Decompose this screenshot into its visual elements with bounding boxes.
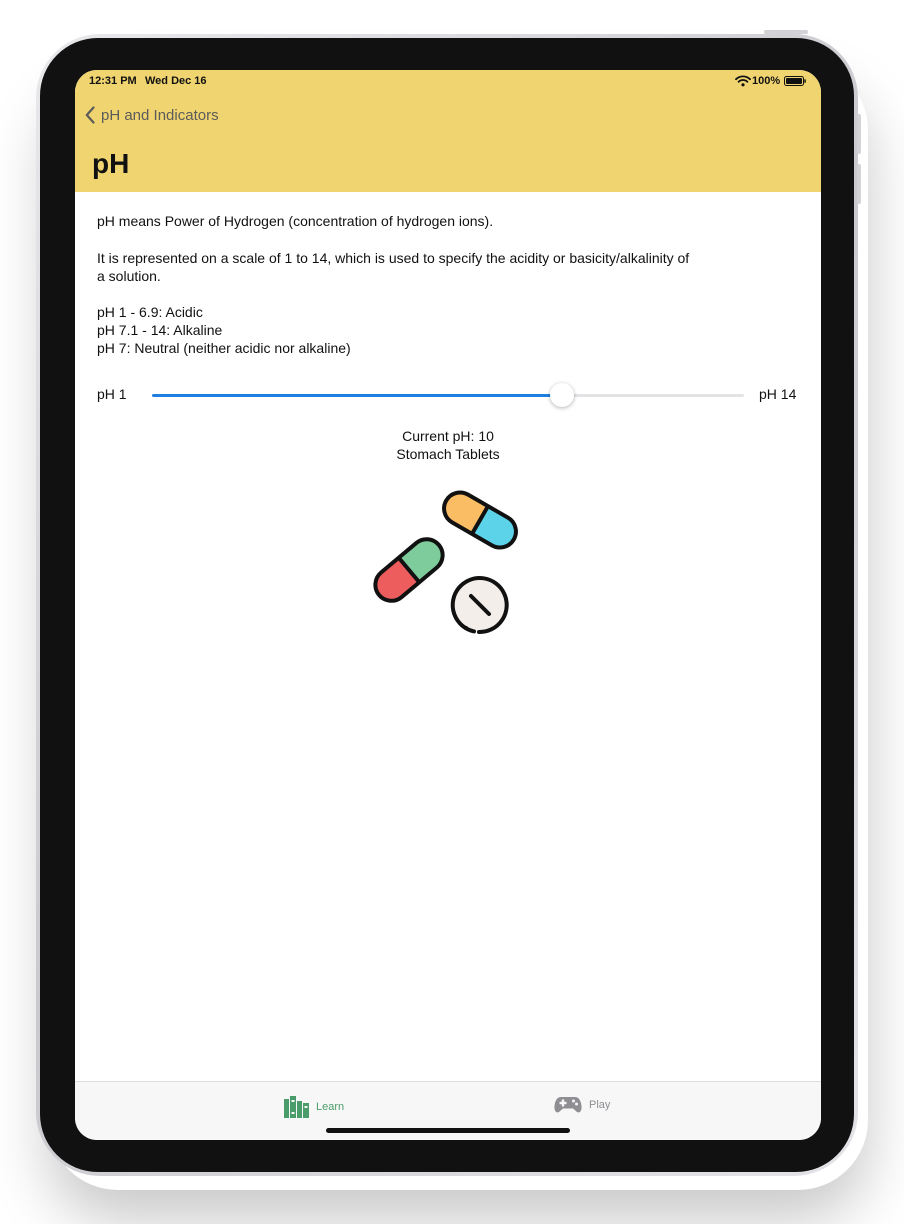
home-indicator bbox=[326, 1128, 570, 1133]
neutral-range: pH 7: Neutral (neither acidic nor alkali… bbox=[97, 340, 351, 356]
slider-min-label: pH 1 bbox=[97, 386, 127, 402]
gamepad-icon bbox=[554, 1097, 582, 1113]
ph-example-name: Stomach Tablets bbox=[396, 446, 500, 462]
back-button-label: pH and Indicators bbox=[101, 106, 219, 124]
ph-slider-fill bbox=[152, 394, 562, 397]
books-icon bbox=[284, 1096, 309, 1118]
ph-description: pH means Power of Hydrogen (concentratio… bbox=[97, 212, 757, 357]
tab-play-label: Play bbox=[589, 1099, 611, 1111]
volume-up-button bbox=[857, 114, 861, 154]
ph-slider[interactable] bbox=[152, 383, 744, 407]
scale-text-line-2: a solution. bbox=[97, 268, 161, 284]
tab-learn-label: Learn bbox=[316, 1101, 345, 1113]
navigation-header: 12:31 PM Wed Dec 16 100% pH and Indicato… bbox=[75, 70, 821, 192]
chevron-left-icon bbox=[85, 106, 95, 124]
power-button bbox=[764, 30, 808, 34]
status-date: Wed Dec 16 bbox=[145, 75, 207, 87]
tab-play[interactable]: Play bbox=[554, 1096, 610, 1114]
battery-percentage: 100% bbox=[752, 75, 781, 87]
alkaline-range: pH 7.1 - 14: Alkaline bbox=[97, 322, 223, 338]
battery-icon bbox=[784, 76, 806, 86]
slider-max-label: pH 14 bbox=[759, 386, 797, 402]
back-button[interactable]: pH and Indicators bbox=[85, 104, 219, 126]
volume-down-button bbox=[857, 164, 861, 204]
ph-slider-thumb[interactable] bbox=[550, 383, 574, 407]
intro-text: pH means Power of Hydrogen (concentratio… bbox=[97, 213, 494, 229]
scale-text-line-1: It is represented on a scale of 1 to 14,… bbox=[97, 250, 690, 266]
wifi-icon bbox=[735, 75, 751, 87]
current-ph-readout: Current pH: 10 Stomach Tablets bbox=[75, 427, 821, 463]
current-ph-value: Current pH: 10 bbox=[402, 428, 494, 444]
pills-icon bbox=[373, 490, 518, 635]
screen: 12:31 PM Wed Dec 16 100% pH and Indicato… bbox=[75, 70, 821, 1140]
tab-learn[interactable]: Learn bbox=[284, 1096, 344, 1118]
acidic-range: pH 1 - 6.9: Acidic bbox=[97, 304, 203, 320]
page-title: pH bbox=[92, 148, 130, 179]
status-time: 12:31 PM bbox=[89, 75, 137, 87]
